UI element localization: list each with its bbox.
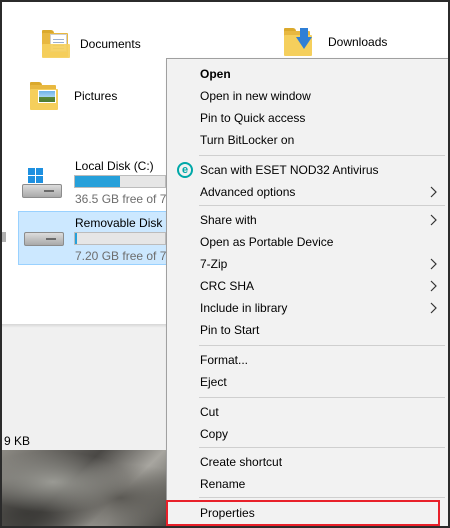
properties-highlight-box xyxy=(166,500,440,526)
menu-item-label: Create shortcut xyxy=(200,455,283,469)
menu-item-open-portable-device[interactable]: Open as Portable Device xyxy=(167,231,448,253)
drive-free-space: 7.20 GB free of 7. xyxy=(75,249,170,263)
menu-item-open-new-window[interactable]: Open in new window xyxy=(167,85,448,107)
windows-drive-icon xyxy=(20,168,62,200)
documents-folder-icon xyxy=(42,30,72,58)
context-menu: Open Open in new window Pin to Quick acces… xyxy=(166,58,448,526)
menu-item-scan-eset[interactable]: e Scan with ESET NOD32 Antivirus xyxy=(167,159,448,181)
menu-item-pin-quick-access[interactable]: Pin to Quick access xyxy=(167,107,448,129)
menu-item-crc-sha[interactable]: CRC SHA xyxy=(167,275,448,297)
menu-item-label: CRC SHA xyxy=(200,279,255,293)
menu-separator xyxy=(199,205,445,206)
menu-item-include-in-library[interactable]: Include in library xyxy=(167,297,448,319)
menu-item-label: Rename xyxy=(200,477,246,491)
menu-item-share-with[interactable]: Share with xyxy=(167,209,448,231)
drive-usage-bar xyxy=(74,232,166,245)
chevron-right-icon xyxy=(430,302,437,314)
menu-item-label: Include in library xyxy=(200,301,288,315)
menu-separator xyxy=(199,447,445,448)
desktop-wallpaper xyxy=(2,450,172,526)
menu-item-label: Open as Portable Device xyxy=(200,235,334,249)
menu-item-turn-bitlocker-on[interactable]: Turn BitLocker on xyxy=(167,129,448,151)
folder-label: Documents xyxy=(80,37,141,51)
menu-item-create-shortcut[interactable]: Create shortcut xyxy=(167,451,448,473)
folder-label: Downloads xyxy=(328,35,388,49)
menu-item-label: Format... xyxy=(200,353,249,367)
menu-item-label: Share with xyxy=(200,213,257,227)
downloads-folder-icon xyxy=(284,28,314,56)
folder-documents[interactable]: Documents xyxy=(42,30,141,58)
menu-item-format[interactable]: Format... xyxy=(167,349,448,371)
menu-item-label: 7-Zip xyxy=(200,257,228,271)
menu-item-label: Advanced options xyxy=(200,185,296,199)
menu-item-rename[interactable]: Rename xyxy=(167,473,448,495)
menu-item-open[interactable]: Open xyxy=(167,63,448,85)
menu-item-label: Turn BitLocker on xyxy=(200,133,295,147)
pictures-folder-icon xyxy=(30,82,60,110)
folder-label: Pictures xyxy=(74,89,118,103)
chevron-right-icon xyxy=(430,258,437,270)
drive-name: Local Disk (C:) xyxy=(75,159,154,173)
menu-item-label: Pin to Start xyxy=(200,323,260,337)
screenshot-frame: Documents Downloads Pictures Local Disk … xyxy=(0,0,450,528)
menu-item-label: Eject xyxy=(200,375,227,389)
folder-pictures[interactable]: Pictures xyxy=(30,82,117,110)
menu-item-cut[interactable]: Cut xyxy=(167,401,448,423)
menu-item-pin-to-start[interactable]: Pin to Start xyxy=(167,319,448,341)
menu-separator xyxy=(199,397,445,398)
drive-name: Removable Disk ( xyxy=(75,216,170,230)
drive-usage-bar xyxy=(74,175,166,188)
menu-item-label: Open in new window xyxy=(200,89,311,103)
eset-icon: e xyxy=(177,162,193,178)
menu-item-label: Open xyxy=(200,67,231,81)
menu-item-advanced-options[interactable]: Advanced options xyxy=(167,181,448,203)
drive-free-space: 36.5 GB free of 72 xyxy=(75,192,174,206)
menu-item-label: Cut xyxy=(200,405,219,419)
menu-item-label: Scan with ESET NOD32 Antivirus xyxy=(200,163,379,177)
status-size: 9 KB xyxy=(4,434,31,448)
menu-separator xyxy=(199,497,445,498)
chevron-right-icon xyxy=(430,186,437,198)
menu-item-label: Copy xyxy=(200,427,229,441)
chevron-right-icon xyxy=(430,214,437,226)
menu-item-copy[interactable]: Copy xyxy=(167,423,448,445)
chevron-right-icon xyxy=(430,280,437,292)
removable-drive-icon xyxy=(22,216,64,248)
menu-item-label: Pin to Quick access xyxy=(200,111,306,125)
menu-item-eject[interactable]: Eject xyxy=(167,371,448,393)
menu-separator xyxy=(199,345,445,346)
menu-item-7-zip[interactable]: 7-Zip xyxy=(167,253,448,275)
menu-separator xyxy=(199,155,445,156)
folder-downloads[interactable]: Downloads xyxy=(284,28,387,56)
scroll-indicator xyxy=(2,232,6,242)
